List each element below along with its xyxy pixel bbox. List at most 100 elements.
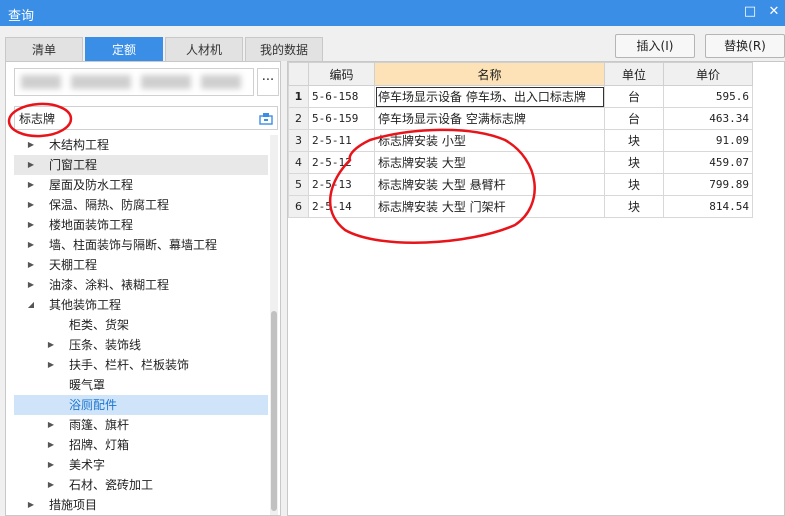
- tree-item[interactable]: ▶ 墙、柱面装饰与隔断、幕墙工程: [14, 235, 268, 255]
- caret-right-icon[interactable]: ▶: [46, 415, 56, 435]
- table-header-row: 编码 名称 单位 单价: [288, 62, 753, 86]
- tree-item[interactable]: ▶ 招牌、灯箱: [14, 435, 268, 455]
- tree-item[interactable]: 柜类、货架: [14, 315, 268, 335]
- unit-cell[interactable]: 块: [604, 151, 664, 174]
- row-number-cell[interactable]: 2: [288, 107, 309, 130]
- name-cell[interactable]: 标志牌安装 小型: [374, 129, 605, 152]
- name-header[interactable]: 名称: [374, 62, 605, 86]
- caret-right-icon[interactable]: ▶: [46, 335, 56, 355]
- caret-right-icon[interactable]: ▶: [26, 255, 36, 275]
- search-input[interactable]: [17, 109, 251, 127]
- replace-button[interactable]: 替换(R): [705, 34, 785, 58]
- caret-right-icon[interactable]: ▶: [26, 235, 36, 255]
- search-icon[interactable]: [259, 111, 273, 125]
- library-selector[interactable]: [14, 68, 254, 96]
- row-number-cell[interactable]: 4: [288, 151, 309, 174]
- tree-item[interactable]: ▶ 屋面及防水工程: [14, 175, 268, 195]
- tab-my-data[interactable]: 我的数据: [245, 37, 323, 61]
- caret-right-icon[interactable]: ▶: [46, 435, 56, 455]
- price-cell[interactable]: 595.6: [663, 85, 753, 108]
- quota-library-panel: ··· ▶ 木结构工程 ▶ 门窗工程 ▶ 屋面及防水工程 ▶ 保温、隔热、防腐工程 ▶ 楼地面装饰…: [5, 61, 281, 516]
- table-row[interactable]: 1 5-6-158 停车场显示设备 停车场、出入口标志牌台 595.6: [288, 85, 753, 108]
- unit-cell[interactable]: 台: [604, 107, 664, 130]
- unit-cell[interactable]: 块: [604, 173, 664, 196]
- close-icon[interactable]: ✕: [765, 3, 783, 21]
- table-row[interactable]: 2 5-6-159 停车场显示设备 空满标志牌台 463.34: [288, 107, 753, 130]
- tree-item-label: 雨篷、旗杆: [69, 418, 130, 432]
- tab-labor-material-machine[interactable]: 人材机: [165, 37, 243, 61]
- category-tree: ▶ 木结构工程 ▶ 门窗工程 ▶ 屋面及防水工程 ▶ 保温、隔热、防腐工程 ▶ 楼地面装饰工程 ▶ 墙…: [14, 135, 268, 515]
- code-cell[interactable]: 2-5-14: [308, 195, 375, 218]
- tree-scrollbar[interactable]: [270, 135, 278, 515]
- search-box: [14, 106, 278, 130]
- code-cell[interactable]: 2-5-12: [308, 151, 375, 174]
- tree-item-label: 石材、瓷砖加工: [69, 478, 154, 492]
- tree-item[interactable]: ▶ 保温、隔热、防腐工程: [14, 195, 268, 215]
- code-cell[interactable]: 2-5-13: [308, 173, 375, 196]
- tree-item[interactable]: 暖气罩: [14, 375, 268, 395]
- unit-cell[interactable]: 台: [604, 85, 664, 108]
- name-cell[interactable]: 标志牌安装 大型: [374, 151, 605, 174]
- caret-right-icon[interactable]: ▶: [26, 195, 36, 215]
- tree-item[interactable]: ▶ 扶手、栏杆、栏板装饰: [14, 355, 268, 375]
- price-cell[interactable]: 814.54: [663, 195, 753, 218]
- tree-item[interactable]: ▶ 措施项目: [14, 495, 268, 515]
- name-cell[interactable]: 停车场显示设备 停车场、出入口标志牌: [374, 85, 605, 108]
- code-cell[interactable]: 5-6-159: [308, 107, 375, 130]
- table-row[interactable]: 5 2-5-13 标志牌安装 大型 悬臂杆块 799.89: [288, 173, 753, 196]
- price-cell[interactable]: 459.07: [663, 151, 753, 174]
- maximize-icon[interactable]: □: [741, 3, 759, 21]
- caret-right-icon[interactable]: ▶: [26, 215, 36, 235]
- tree-item[interactable]: ◢ 其他装饰工程: [14, 295, 268, 315]
- tab-bill[interactable]: 清单: [5, 37, 83, 61]
- caret-down-icon[interactable]: ◢: [26, 295, 36, 315]
- caret-right-icon[interactable]: ▶: [46, 475, 56, 495]
- caret-right-icon[interactable]: ▶: [26, 155, 36, 175]
- tree-item[interactable]: ▶ 雨篷、旗杆: [14, 415, 268, 435]
- more-button[interactable]: ···: [257, 68, 279, 96]
- tree-item[interactable]: ▶ 楼地面装饰工程: [14, 215, 268, 235]
- price-header[interactable]: 单价: [663, 62, 753, 86]
- unit-header[interactable]: 单位: [604, 62, 664, 86]
- name-cell[interactable]: 标志牌安装 大型 悬臂杆: [374, 173, 605, 196]
- table-row[interactable]: 6 2-5-14 标志牌安装 大型 门架杆块 814.54: [288, 195, 753, 218]
- tree-item[interactable]: ▶ 油漆、涂料、裱糊工程: [14, 275, 268, 295]
- tree-item[interactable]: ▶ 石材、瓷砖加工: [14, 475, 268, 495]
- row-number-cell[interactable]: 6: [288, 195, 309, 218]
- tree-item[interactable]: ▶ 天棚工程: [14, 255, 268, 275]
- tree-item-label: 楼地面装饰工程: [49, 218, 134, 232]
- insert-button[interactable]: 插入(I): [615, 34, 695, 58]
- caret-right-icon[interactable]: ▶: [26, 495, 36, 515]
- caret-right-icon[interactable]: ▶: [26, 135, 36, 155]
- price-cell[interactable]: 799.89: [663, 173, 753, 196]
- tree-item[interactable]: ▶ 压条、装饰线: [14, 335, 268, 355]
- scrollbar-thumb[interactable]: [271, 311, 277, 511]
- code-header[interactable]: 编码: [308, 62, 375, 86]
- row-number-header: [288, 62, 309, 86]
- unit-cell[interactable]: 块: [604, 129, 664, 152]
- tree-item-label: 屋面及防水工程: [49, 178, 134, 192]
- tab-quota[interactable]: 定额: [85, 37, 163, 61]
- price-cell[interactable]: 463.34: [663, 107, 753, 130]
- tree-item[interactable]: ▶ 美术字: [14, 455, 268, 475]
- tree-item-label: 其他装饰工程: [49, 298, 122, 312]
- caret-right-icon[interactable]: ▶: [46, 455, 56, 475]
- tree-item[interactable]: ▶ 门窗工程: [14, 155, 268, 175]
- code-cell[interactable]: 2-5-11: [308, 129, 375, 152]
- table-row[interactable]: 4 2-5-12 标志牌安装 大型块 459.07: [288, 151, 753, 174]
- code-cell[interactable]: 5-6-158: [308, 85, 375, 108]
- caret-right-icon[interactable]: ▶: [26, 175, 36, 195]
- caret-right-icon[interactable]: ▶: [26, 275, 36, 295]
- price-cell[interactable]: 91.09: [663, 129, 753, 152]
- tree-item-label: 浴厕配件: [69, 398, 118, 412]
- tree-item[interactable]: ▶ 木结构工程: [14, 135, 268, 155]
- table-row[interactable]: 3 2-5-11 标志牌安装 小型块 91.09: [288, 129, 753, 152]
- tree-item[interactable]: 浴厕配件: [14, 395, 268, 415]
- name-cell[interactable]: 标志牌安装 大型 门架杆: [374, 195, 605, 218]
- row-number-cell[interactable]: 3: [288, 129, 309, 152]
- name-cell[interactable]: 停车场显示设备 空满标志牌: [374, 107, 605, 130]
- row-number-cell[interactable]: 5: [288, 173, 309, 196]
- caret-right-icon[interactable]: ▶: [46, 355, 56, 375]
- row-number-cell[interactable]: 1: [288, 85, 309, 108]
- unit-cell[interactable]: 块: [604, 195, 664, 218]
